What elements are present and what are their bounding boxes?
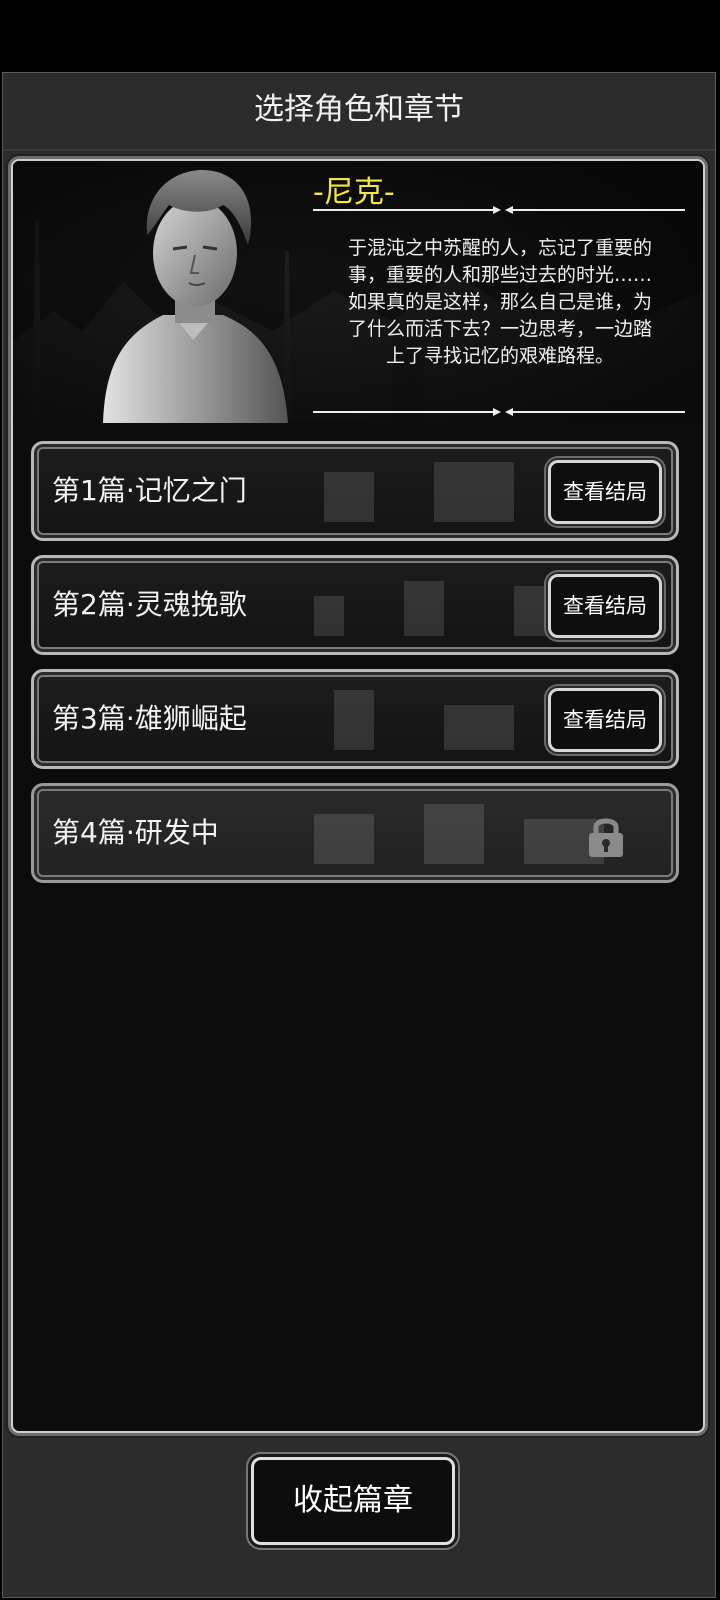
status-bar xyxy=(0,0,720,72)
view-ending-button[interactable]: 查看结局 xyxy=(548,460,662,524)
bio-line: 上了寻找记忆的艰难路程。 xyxy=(385,345,614,367)
chapter-title: 第1篇·记忆之门 xyxy=(52,474,247,507)
bio-line: 于混沌之中苏醒的人，忘记了重要的 xyxy=(347,237,652,259)
lock-icon xyxy=(589,818,623,857)
character-bio: 于混沌之中苏醒的人，忘记了重要的 事，重要的人和那些过去的时光…… 如果真的是这… xyxy=(307,235,693,370)
bio-line: 了什么而活下去？一边思考，一边踏 xyxy=(347,318,652,340)
chapter-item-2[interactable]: 第2篇·灵魂挽歌 查看结局 xyxy=(31,555,679,655)
bottom-divider xyxy=(313,408,685,416)
chapter-item-1[interactable]: 第1篇·记忆之门 查看结局 xyxy=(31,441,679,541)
chapter-title: 第4篇·研发中 xyxy=(52,816,219,849)
chapter-title: 第3篇·雄狮崛起 xyxy=(52,702,247,735)
chapter-title: 第2篇·灵魂挽歌 xyxy=(52,588,247,621)
character-portrait xyxy=(103,169,288,423)
chapter-background-art xyxy=(314,804,604,864)
dialog-title: 选择角色和章节 xyxy=(3,73,715,151)
bio-line: 事，重要的人和那些过去的时光…… xyxy=(347,264,652,286)
chapter-item-4[interactable]: 第4篇·研发中 xyxy=(31,783,679,883)
collapse-chapters-button[interactable]: 收起篇章 xyxy=(251,1457,455,1545)
view-ending-button[interactable]: 查看结局 xyxy=(548,688,662,752)
character-hero: -尼克- 于混沌之中苏醒的人，忘记了重要的 事，重要的人和那些过去的时光…… 如… xyxy=(13,161,703,423)
view-ending-button[interactable]: 查看结局 xyxy=(548,574,662,638)
chapter-item-3[interactable]: 第3篇·雄狮崛起 查看结局 xyxy=(31,669,679,769)
character-panel: -尼克- 于混沌之中苏醒的人，忘记了重要的 事，重要的人和那些过去的时光…… 如… xyxy=(11,159,705,1433)
bio-line: 如果真的是这样，那么自己是谁，为 xyxy=(347,291,652,313)
chapter-select-dialog: 选择角色和章节 -尼克- 于混沌之中苏醒的人，忘记了重要的 事，重要的人和那些过… xyxy=(2,72,716,1598)
top-divider xyxy=(313,206,685,214)
